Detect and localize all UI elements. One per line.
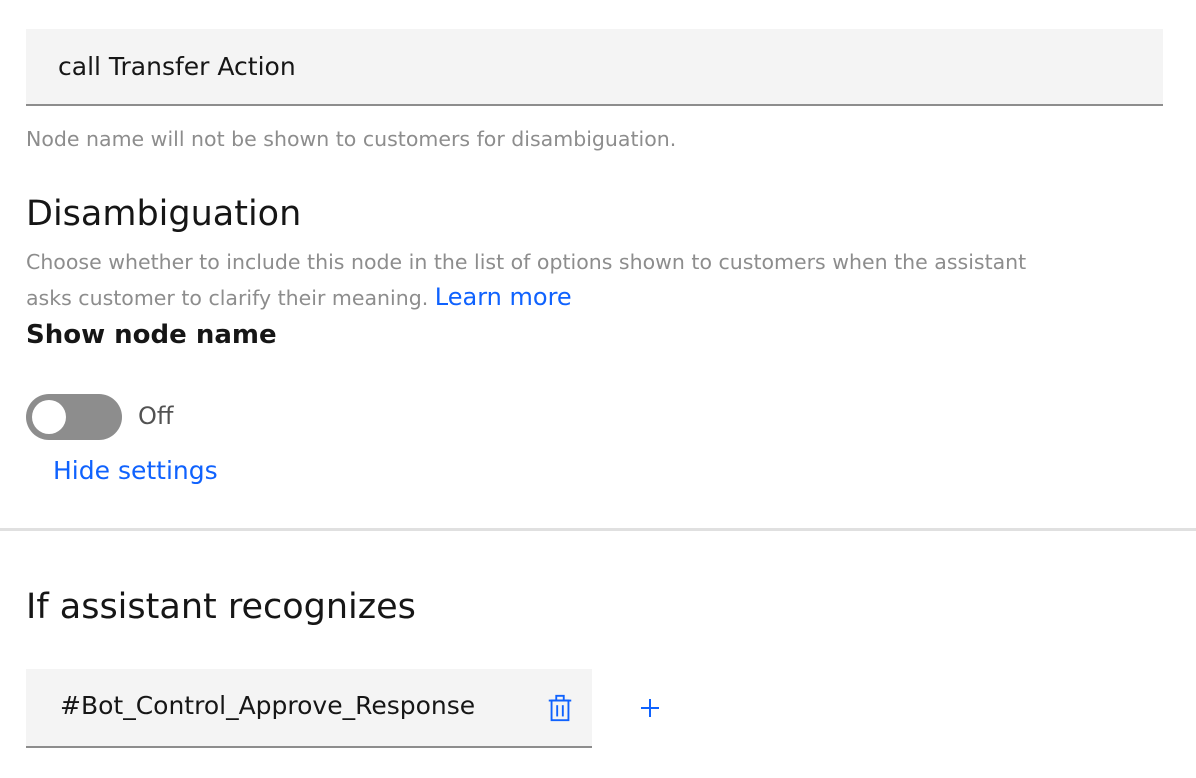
disambiguation-description: Choose whether to include this node in t… bbox=[26, 250, 1027, 274]
toggle-state-text: Off bbox=[138, 402, 174, 430]
show-node-name-label: Show node name bbox=[26, 320, 277, 350]
disambiguation-description-text: asks customer to clarify their meaning. bbox=[26, 286, 429, 310]
plus-icon[interactable] bbox=[637, 695, 663, 721]
disambiguation-heading: Disambiguation bbox=[26, 194, 302, 234]
node-name-input[interactable] bbox=[26, 29, 1163, 104]
toggle-knob bbox=[32, 400, 66, 434]
learn-more-link[interactable]: Learn more bbox=[435, 283, 572, 311]
trash-icon[interactable] bbox=[545, 693, 575, 723]
condition-value: #Bot_Control_Approve_Response bbox=[60, 691, 476, 720]
node-name-helper-text: Node name will not be shown to customers… bbox=[26, 127, 677, 151]
hide-settings-link[interactable]: Hide settings bbox=[53, 456, 218, 485]
node-name-field[interactable] bbox=[26, 29, 1163, 106]
condition-field[interactable]: #Bot_Control_Approve_Response bbox=[26, 669, 592, 748]
show-node-name-toggle[interactable] bbox=[26, 394, 122, 440]
if-assistant-recognizes-heading: If assistant recognizes bbox=[26, 587, 416, 627]
section-divider bbox=[0, 528, 1196, 531]
disambiguation-description-line2: asks customer to clarify their meaning. … bbox=[26, 280, 572, 316]
